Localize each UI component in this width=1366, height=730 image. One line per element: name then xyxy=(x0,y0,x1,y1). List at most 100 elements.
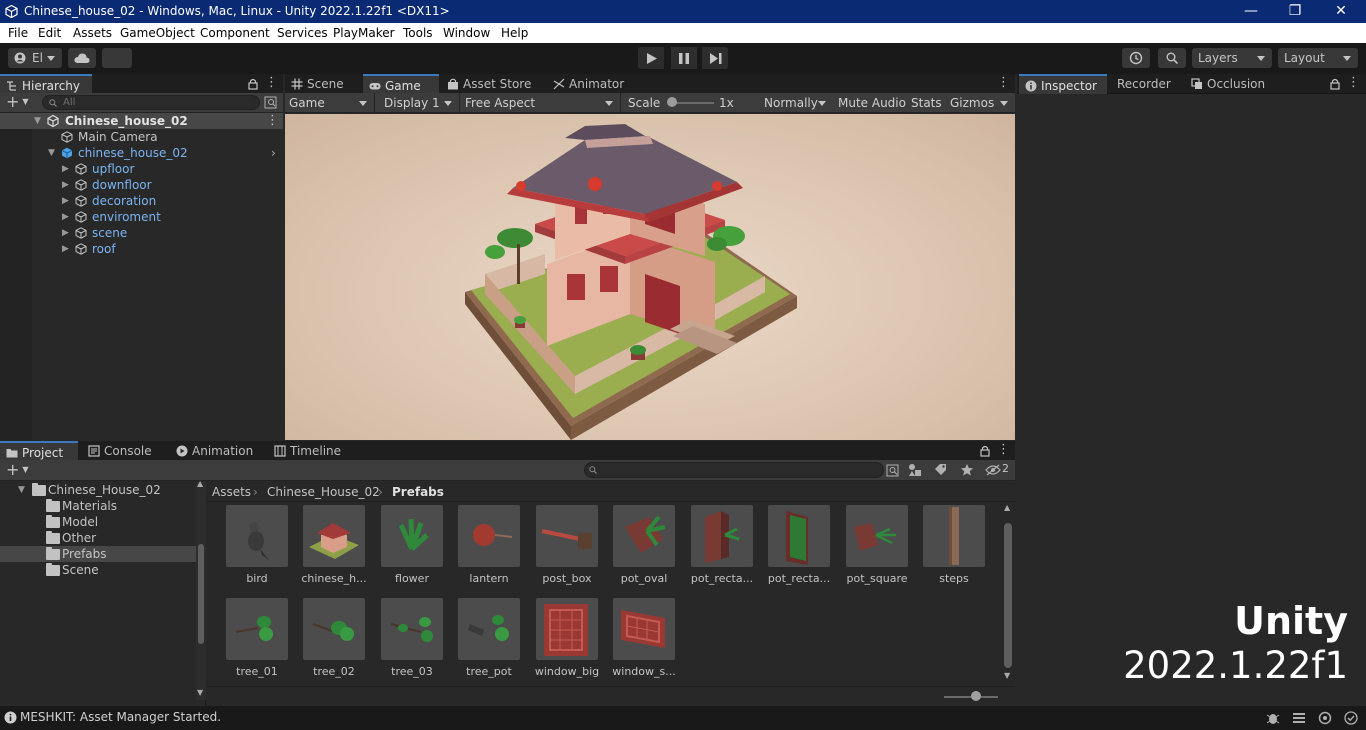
asset-item-pot-oval[interactable]: pot_oval xyxy=(605,505,681,593)
pause-button[interactable] xyxy=(671,47,697,69)
project-menu-icon[interactable]: ⋮ xyxy=(997,443,1010,458)
close-button[interactable]: ✕ xyxy=(1318,0,1364,23)
layout-dropdown[interactable]: Layout xyxy=(1278,48,1358,68)
gizmos-button[interactable]: Gizmos xyxy=(947,93,997,113)
expand-arrow-icon[interactable]: ▶ xyxy=(62,193,69,209)
asset-item-bird[interactable]: bird xyxy=(218,505,294,593)
menu-window[interactable]: Window xyxy=(443,26,490,40)
tab-game[interactable]: Game xyxy=(363,74,439,94)
filter-by-label-icon[interactable] xyxy=(934,463,948,477)
menu-gameobject[interactable]: GameObject xyxy=(120,26,195,40)
scale-slider-track[interactable] xyxy=(672,102,714,104)
hierarchy-search-input[interactable]: All xyxy=(42,95,260,110)
asset-item-post-box[interactable]: post_box xyxy=(528,505,604,593)
scrollbar-thumb[interactable] xyxy=(1004,523,1012,668)
project-search-input[interactable] xyxy=(584,462,884,478)
hierarchy-item-downfloor[interactable]: ▶ downfloor xyxy=(0,177,283,193)
scene-menu-icon[interactable]: ⋮ xyxy=(266,113,279,129)
progress-list-icon[interactable] xyxy=(1292,711,1306,725)
asset-item-steps[interactable]: steps xyxy=(915,505,991,593)
scroll-up-icon[interactable]: ▲ xyxy=(1004,503,1010,512)
scroll-down-icon[interactable]: ▼ xyxy=(1004,671,1010,680)
gizmos-dropdown[interactable] xyxy=(997,93,1015,113)
lock-icon[interactable] xyxy=(980,445,990,457)
lock-icon[interactable] xyxy=(1330,78,1340,90)
menu-edit[interactable]: Edit xyxy=(38,26,61,40)
scene-row[interactable]: ▼ Chinese_house_02 ⋮ xyxy=(0,113,283,129)
hierarchy-item-scene[interactable]: ▶ scene xyxy=(0,225,283,241)
menu-tools[interactable]: Tools xyxy=(403,26,433,40)
tab-animator[interactable]: Animator xyxy=(547,74,635,94)
add-object-button[interactable]: + ▼ xyxy=(6,94,32,111)
expand-arrow-icon[interactable]: ▶ xyxy=(62,209,69,225)
hierarchy-menu-icon[interactable]: ⋮ xyxy=(265,76,278,91)
hierarchy-item-roof[interactable]: ▶ roof xyxy=(0,241,283,257)
collab-button[interactable] xyxy=(102,48,132,68)
search-scope-icon[interactable] xyxy=(886,464,899,477)
scene-visibility-icon[interactable] xyxy=(264,96,277,109)
folder-other[interactable]: Other xyxy=(0,530,196,546)
scroll-down-icon[interactable]: ▼ xyxy=(197,688,203,697)
folder-scene[interactable]: Scene xyxy=(0,562,196,578)
step-button[interactable] xyxy=(702,47,728,69)
asset-grid-scrollbar[interactable]: ▲ ▼ xyxy=(1002,503,1014,683)
scrollbar-thumb[interactable] xyxy=(198,544,204,644)
hierarchy-item-decoration[interactable]: ▶ decoration xyxy=(0,193,283,209)
tab-animation[interactable]: Animation xyxy=(170,441,266,461)
hierarchy-item-main-camera[interactable]: Main Camera xyxy=(0,129,283,145)
cloud-button[interactable] xyxy=(68,48,96,68)
asset-item-pot-square[interactable]: pot_square xyxy=(838,505,914,593)
tab-console[interactable]: Console xyxy=(82,441,168,461)
breadcrumb-assets[interactable]: Assets xyxy=(212,482,251,502)
folder-prefabs[interactable]: Prefabs xyxy=(0,546,196,562)
tab-recorder[interactable]: Recorder xyxy=(1109,74,1181,94)
hidden-packages-toggle[interactable]: 2 xyxy=(985,462,1015,477)
display-dropdown[interactable]: Display 1 xyxy=(378,93,460,113)
checkmark-icon[interactable] xyxy=(1344,711,1358,725)
normally-dropdown[interactable]: Normally xyxy=(759,93,833,113)
scale-slider-thumb[interactable] xyxy=(667,97,677,107)
tab-asset-store[interactable]: Asset Store xyxy=(441,74,543,94)
hierarchy-item-chinese-house[interactable]: ▼ chinese_house_02 › xyxy=(0,145,283,161)
expand-arrow-icon[interactable]: ▶ xyxy=(62,225,69,241)
aspect-dropdown[interactable]: Free Aspect xyxy=(461,93,621,113)
tab-occlusion[interactable]: Occlusion xyxy=(1185,74,1281,94)
stats-button[interactable]: Stats xyxy=(908,93,946,113)
expand-arrow-icon[interactable]: ▼ xyxy=(18,482,25,498)
lighting-gear-icon[interactable] xyxy=(1318,711,1332,725)
breadcrumb-chinese-house[interactable]: Chinese_House_02 xyxy=(267,482,380,502)
menu-playmaker[interactable]: PlayMaker xyxy=(333,26,395,40)
asset-item-tree-pot[interactable]: tree_pot xyxy=(450,598,526,686)
tab-hierarchy[interactable]: Hierarchy xyxy=(0,74,92,94)
hierarchy-item-upfloor[interactable]: ▶ upfloor xyxy=(0,161,283,177)
folder-root[interactable]: ▼ Chinese_House_02 xyxy=(0,482,196,498)
asset-item-pot-rectangle-2[interactable]: pot_recta... xyxy=(760,505,836,593)
history-button[interactable] xyxy=(1122,48,1150,68)
asset-item-flower[interactable]: flower xyxy=(373,505,449,593)
chevron-right-icon[interactable]: › xyxy=(271,145,276,161)
lock-icon[interactable] xyxy=(248,78,258,90)
status-message[interactable]: MESHKIT: Asset Manager Started. xyxy=(20,710,221,724)
asset-item-pot-rectangle-1[interactable]: pot_recta... xyxy=(683,505,759,593)
asset-item-tree-02[interactable]: tree_02 xyxy=(295,598,371,686)
asset-item-chinese-house[interactable]: chinese_h... xyxy=(295,505,371,593)
menu-assets[interactable]: Assets xyxy=(73,26,112,40)
account-dropdown[interactable]: El xyxy=(8,48,62,68)
folder-materials[interactable]: Materials xyxy=(0,498,196,514)
play-button[interactable] xyxy=(638,47,664,69)
expand-arrow-icon[interactable]: ▶ xyxy=(62,161,69,177)
menu-file[interactable]: File xyxy=(8,26,28,40)
filter-by-type-icon[interactable] xyxy=(908,463,922,477)
expand-arrow-icon[interactable]: ▶ xyxy=(62,177,69,193)
icon-size-slider-thumb[interactable] xyxy=(971,691,981,701)
folder-model[interactable]: Model xyxy=(0,514,196,530)
folder-tree-scrollbar[interactable]: ▲ ▼ xyxy=(196,479,206,700)
asset-item-window-big[interactable]: window_big xyxy=(528,598,604,686)
search-button[interactable] xyxy=(1158,48,1186,68)
bug-icon[interactable] xyxy=(1266,711,1280,725)
scroll-up-icon[interactable]: ▲ xyxy=(197,479,203,488)
menu-component[interactable]: Component xyxy=(200,26,270,40)
view-mode-dropdown[interactable]: Game xyxy=(285,93,375,113)
breadcrumb-prefabs[interactable]: Prefabs xyxy=(392,482,444,502)
asset-item-tree-03[interactable]: tree_03 xyxy=(373,598,449,686)
